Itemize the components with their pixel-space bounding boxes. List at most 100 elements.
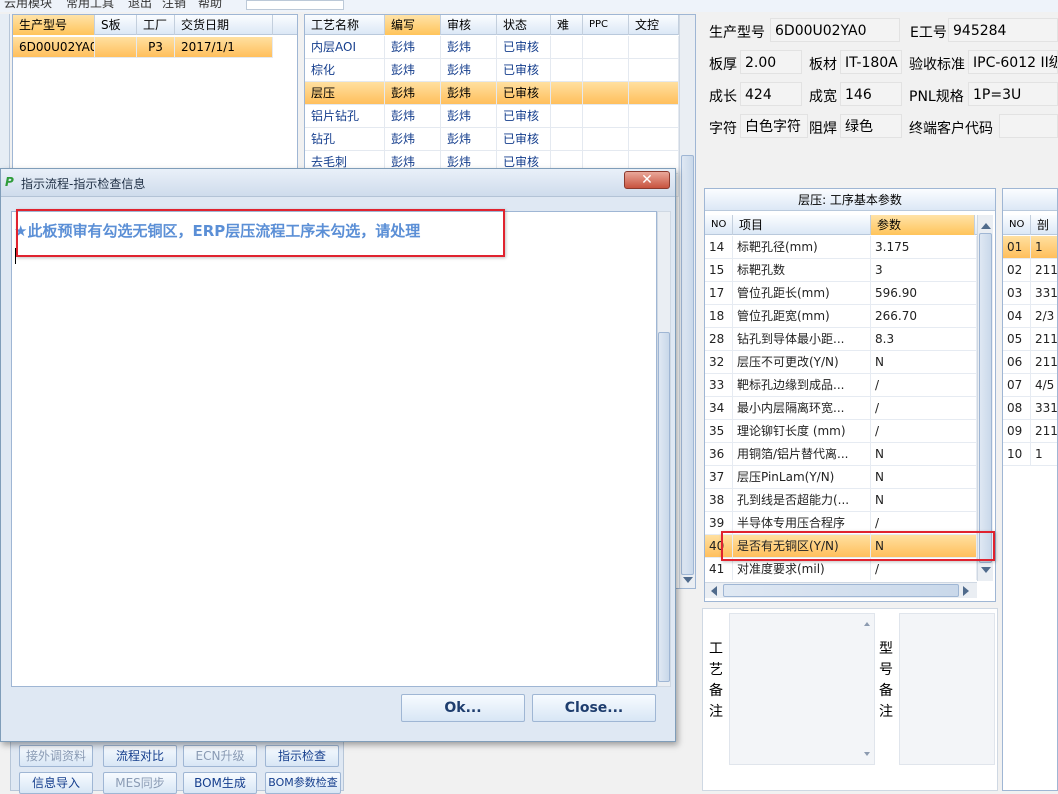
model-notes-field[interactable] [899, 613, 995, 765]
cell: 05 [1003, 328, 1031, 351]
scroll-down-icon[interactable] [683, 577, 693, 583]
scroll-down-icon[interactable] [864, 752, 870, 756]
table-row[interactable]: 03 331 [1003, 282, 1057, 305]
col-header[interactable]: 状态 [497, 15, 551, 35]
cell [583, 128, 629, 151]
ecn-upgrade-button[interactable]: ECN升级 [183, 745, 257, 767]
menu-search-box[interactable] [246, 0, 344, 10]
menu-item[interactable]: 帮助 [198, 0, 222, 11]
table-row[interactable]: 08 331 [1003, 397, 1057, 420]
table-row[interactable]: 05 211 [1003, 328, 1057, 351]
table-row[interactable]: 内层AOI 彭炜 彭炜 已审核 [305, 36, 679, 59]
customer-field[interactable] [999, 114, 1058, 138]
dialog-textarea-scrollbar[interactable] [657, 211, 671, 687]
table-row[interactable]: 09 211 [1003, 420, 1057, 443]
table-row[interactable]: 33 靶标孔边缘到成品... / [705, 374, 977, 397]
table-row[interactable]: 34 最小内层隔离环宽... / [705, 397, 977, 420]
menu-item[interactable]: 常用工具 [66, 0, 114, 11]
table-row[interactable]: 铝片钻孔 彭炜 彭炜 已审核 [305, 105, 679, 128]
scrollbar-thumb[interactable] [979, 233, 992, 563]
table-row[interactable]: 棕化 彭炜 彭炜 已审核 [305, 59, 679, 82]
col-header[interactable]: 交货日期 [175, 15, 273, 35]
table-row[interactable]: 钻孔 彭炜 彭炜 已审核 [305, 128, 679, 151]
scroll-up-icon[interactable] [864, 622, 870, 626]
width-field[interactable]: 146 [840, 82, 902, 106]
action-button-panel: 接外调资料 流程对比 ECN升级 指示检查 信息导入 MES同步 BOM生成 B… [10, 738, 344, 794]
craft-notes-field[interactable] [729, 613, 875, 765]
e-no-field[interactable]: 945284 [948, 18, 1058, 42]
table-row[interactable]: 38 孔到线是否超能力(... N [705, 489, 977, 512]
menu-item[interactable]: 退出 [128, 0, 152, 11]
length-field[interactable]: 424 [740, 82, 802, 106]
table-row[interactable]: 17 管位孔距长(mm) 596.90 [705, 282, 977, 305]
table-row[interactable]: 6D00U02YA0 P3 2017/1/1 [13, 37, 273, 58]
close-icon[interactable]: ✕ [624, 171, 670, 189]
table-row[interactable]: 36 用铜箔/铝片替代离... N [705, 443, 977, 466]
table-row[interactable]: 35 理论铆钉长度 (mm) / [705, 420, 977, 443]
table-row[interactable]: 15 标靶孔数 3 [705, 259, 977, 282]
table-row[interactable]: 37 层压PinLam(Y/N) N [705, 466, 977, 489]
params-hscrollbar[interactable] [705, 582, 977, 598]
table-row[interactable]: 41 对准度要求(mil) / [705, 558, 977, 580]
menu-item[interactable]: 云用模块 [4, 0, 52, 11]
char-field[interactable]: 白色字符 [740, 114, 808, 138]
table-row[interactable]: 01 1 [1003, 236, 1057, 259]
material-field[interactable]: IT-180A [840, 50, 902, 74]
table-row[interactable]: 18 管位孔距宽(mm) 266.70 [705, 305, 977, 328]
scroll-down-icon[interactable] [981, 567, 991, 573]
highlight-box [721, 531, 995, 561]
cell [551, 82, 583, 105]
cell: 用铜箔/铝片替代离... [733, 443, 871, 466]
import-external-button[interactable]: 接外调资料 [19, 745, 93, 767]
prod-model-field[interactable]: 6D00U02YA0 [770, 18, 900, 42]
message-textarea[interactable]: ★此板预审有勾选无铜区，ERP层压流程工序未勾选，请处理 [11, 211, 657, 687]
scroll-left-icon[interactable] [711, 586, 717, 596]
table-row[interactable]: 28 钻孔到导体最小距... 8.3 [705, 328, 977, 351]
col-header[interactable]: 编写 [385, 15, 441, 35]
scrollbar-thumb[interactable] [658, 332, 670, 682]
scrollbar-thumb[interactable] [723, 584, 959, 597]
col-header[interactable]: NO [1003, 215, 1031, 235]
order-table-header: 生产型号 S板 工厂 交货日期 [13, 15, 297, 35]
table-row[interactable]: 14 标靶孔径(mm) 3.175 [705, 236, 977, 259]
col-header[interactable]: 难 [551, 15, 583, 35]
dialog-titlebar[interactable]: P 指示流程-指示检查信息 ✕ [1, 169, 675, 197]
instruction-check-button[interactable]: 指示检查 [265, 745, 339, 767]
table-row[interactable]: 层压 彭炜 彭炜 已审核 [305, 82, 679, 105]
col-header[interactable]: NO [705, 215, 733, 235]
process-table-scrollbar[interactable] [679, 15, 695, 588]
table-row[interactable]: 02 211 [1003, 259, 1057, 282]
col-header[interactable]: 文控 [629, 15, 679, 35]
thickness-field[interactable]: 2.00 [740, 50, 802, 74]
col-header[interactable]: 剖 [1031, 215, 1057, 235]
col-header[interactable]: 审核 [441, 15, 497, 35]
col-header[interactable]: 工艺名称 [305, 15, 385, 35]
col-header[interactable]: 参数 [871, 215, 975, 235]
ok-button[interactable]: Ok... [401, 694, 525, 722]
standard-field[interactable]: IPC-6012 II级 [968, 50, 1058, 74]
table-row[interactable]: 10 1 [1003, 443, 1057, 466]
close-button[interactable]: Close... [532, 694, 656, 722]
scroll-up-icon[interactable] [981, 223, 991, 229]
cell: 15 [705, 259, 733, 282]
col-header[interactable]: PPC [583, 15, 629, 35]
col-header[interactable]: 工厂 [137, 15, 175, 35]
params-scrollbar[interactable] [977, 215, 993, 581]
scroll-right-icon[interactable] [963, 586, 969, 596]
col-header[interactable]: S板 [95, 15, 137, 35]
mask-field[interactable]: 绿色 [840, 114, 902, 138]
col-header[interactable]: 生产型号 [13, 15, 95, 35]
menu-item[interactable]: 注销 [162, 0, 186, 11]
table-row[interactable]: 07 4/5 [1003, 374, 1057, 397]
cell: 09 [1003, 420, 1031, 443]
table-row[interactable]: 06 211 [1003, 351, 1057, 374]
col-header[interactable]: 项目 [733, 215, 871, 235]
cell: 彭炜 [385, 59, 441, 82]
table-row[interactable]: 32 层压不可更改(Y/N) N [705, 351, 977, 374]
pnl-field[interactable]: 1P=3U [968, 82, 1058, 106]
flow-compare-button[interactable]: 流程对比 [103, 745, 177, 767]
cell: 35 [705, 420, 733, 443]
scrollbar-thumb[interactable] [681, 155, 694, 575]
table-row[interactable]: 04 2/3 [1003, 305, 1057, 328]
cell: 37 [705, 466, 733, 489]
